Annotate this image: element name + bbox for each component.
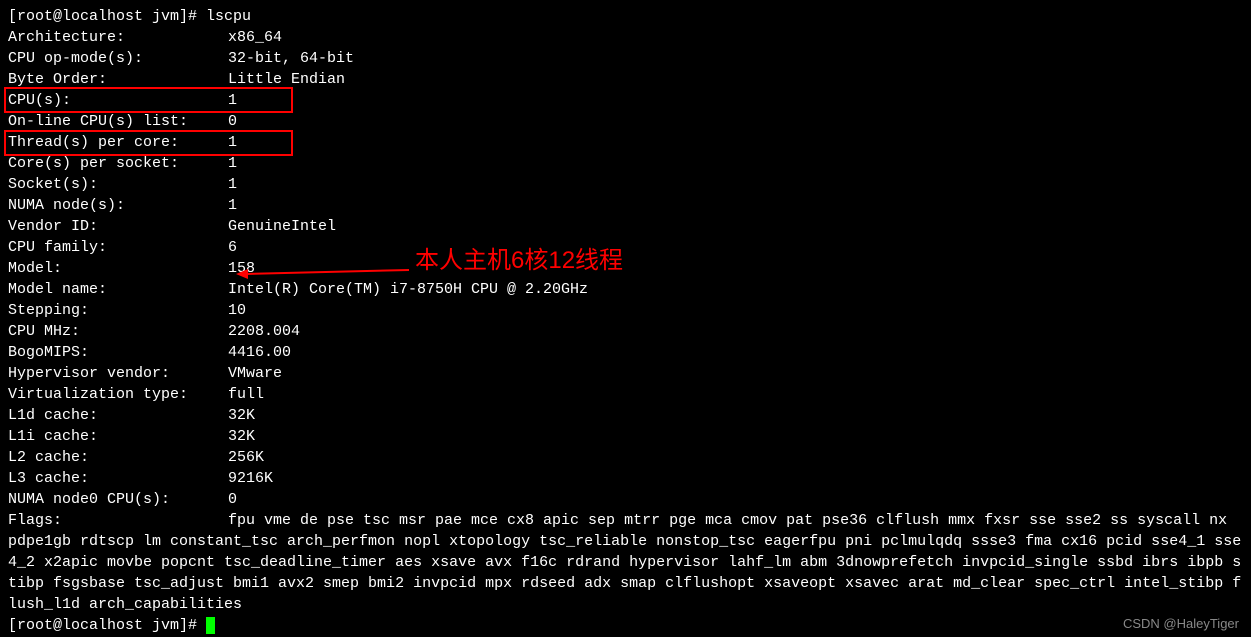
output-row: NUMA node0 CPU(s):0 [8,489,1243,510]
output-row: On-line CPU(s) list:0 [8,111,1243,132]
output-row: Byte Order:Little Endian [8,69,1243,90]
output-row: Virtualization type:full [8,384,1243,405]
row-label: On-line CPU(s) list: [8,111,228,132]
cursor [206,617,215,634]
row-value: 32-bit, 64-bit [228,50,354,67]
row-label: Model: [8,258,228,279]
command-line: [root@localhost jvm]# lscpu [8,6,1243,27]
output-row: L2 cache:256K [8,447,1243,468]
row-value: 9216K [228,470,273,487]
row-value: 1 [228,155,237,172]
output-row: CPU family:6 [8,237,1243,258]
output-row: Socket(s):1 [8,174,1243,195]
output-row: L1d cache:32K [8,405,1243,426]
row-label: Architecture: [8,27,228,48]
row-value: 158 [228,260,255,277]
row-label: Core(s) per socket: [8,153,228,174]
row-label: NUMA node0 CPU(s): [8,489,228,510]
output-row: L1i cache:32K [8,426,1243,447]
row-label: L3 cache: [8,468,228,489]
row-label: Model name: [8,279,228,300]
row-label: Thread(s) per core: [8,132,228,153]
output-row: CPU MHz:2208.004 [8,321,1243,342]
row-label: CPU op-mode(s): [8,48,228,69]
row-value: full [228,386,264,403]
row-value: 6 [228,239,237,256]
row-value: Intel(R) Core(TM) i7-8750H CPU @ 2.20GHz [228,281,588,298]
row-value: GenuineIntel [228,218,336,235]
row-label: CPU family: [8,237,228,258]
output-block: Architecture:x86_64CPU op-mode(s):32-bit… [8,27,1243,510]
row-value: 1 [228,197,237,214]
prompt: [root@localhost jvm]# [8,617,206,634]
row-value: 1 [228,134,237,151]
output-row: CPU(s):1 [8,90,1243,111]
row-value: 2208.004 [228,323,300,340]
output-row: Model:158 [8,258,1243,279]
row-value: 0 [228,113,237,130]
row-value: 32K [228,428,255,445]
row-label: L1i cache: [8,426,228,447]
annotation-text: 本人主机6核12线程 [415,250,623,271]
row-label: CPU MHz: [8,321,228,342]
watermark: CSDN @HaleyTiger [1123,613,1239,634]
row-value: Little Endian [228,71,345,88]
prompt-line[interactable]: [root@localhost jvm]# [8,615,1243,636]
flags-label: Flags: [8,510,228,531]
command: lscpu [206,8,251,25]
row-value: 1 [228,176,237,193]
output-row: BogoMIPS:4416.00 [8,342,1243,363]
row-label: CPU(s): [8,90,228,111]
row-value: 32K [228,407,255,424]
row-label: Hypervisor vendor: [8,363,228,384]
output-row: L3 cache:9216K [8,468,1243,489]
output-row: NUMA node(s):1 [8,195,1243,216]
row-value: 10 [228,302,246,319]
row-label: BogoMIPS: [8,342,228,363]
row-value: x86_64 [228,29,282,46]
output-row: Model name:Intel(R) Core(TM) i7-8750H CP… [8,279,1243,300]
prompt: [root@localhost jvm]# [8,8,206,25]
row-label: L1d cache: [8,405,228,426]
row-value: 256K [228,449,264,466]
output-row: Core(s) per socket:1 [8,153,1243,174]
output-row: Architecture:x86_64 [8,27,1243,48]
row-label: Vendor ID: [8,216,228,237]
output-row: Hypervisor vendor:VMware [8,363,1243,384]
row-value: 0 [228,491,237,508]
row-value: 4416.00 [228,344,291,361]
row-label: Byte Order: [8,69,228,90]
flags-row: Flags:fpu vme de pse tsc msr pae mce cx8… [8,510,1243,615]
row-label: L2 cache: [8,447,228,468]
row-label: NUMA node(s): [8,195,228,216]
row-label: Stepping: [8,300,228,321]
output-row: Vendor ID:GenuineIntel [8,216,1243,237]
row-label: Socket(s): [8,174,228,195]
row-value: VMware [228,365,282,382]
output-row: Thread(s) per core:1 [8,132,1243,153]
row-value: 1 [228,92,237,109]
terminal[interactable]: [root@localhost jvm]# lscpu Architecture… [0,0,1251,637]
row-label: Virtualization type: [8,384,228,405]
output-row: Stepping:10 [8,300,1243,321]
output-row: CPU op-mode(s):32-bit, 64-bit [8,48,1243,69]
